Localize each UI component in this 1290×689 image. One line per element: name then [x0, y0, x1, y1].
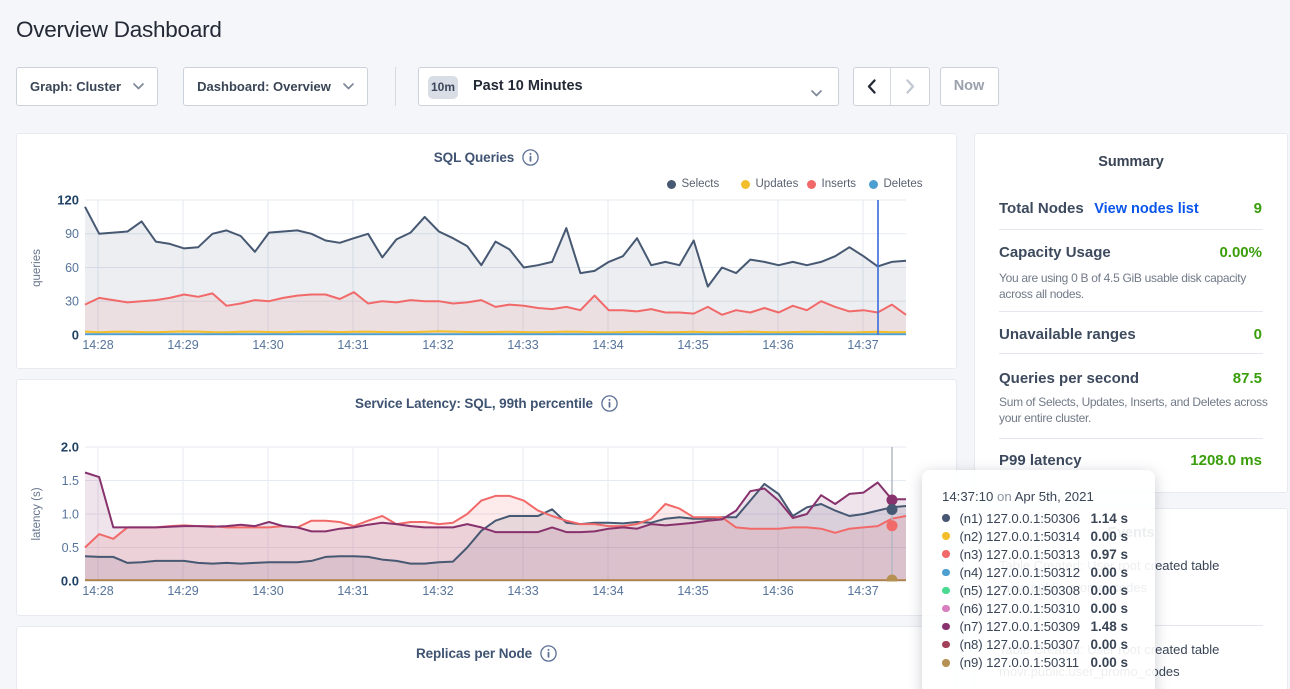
- svg-text:0.5: 0.5: [62, 541, 79, 555]
- svg-text:14:36: 14:36: [762, 338, 793, 352]
- svg-text:90: 90: [65, 227, 79, 241]
- svg-text:14:34: 14:34: [592, 584, 623, 598]
- svg-text:14:32: 14:32: [422, 338, 453, 352]
- svg-text:0: 0: [72, 327, 79, 342]
- svg-text:14:30: 14:30: [252, 584, 283, 598]
- svg-text:14:32: 14:32: [422, 584, 453, 598]
- svg-text:14:33: 14:33: [507, 338, 538, 352]
- svg-text:14:36: 14:36: [762, 584, 793, 598]
- svg-text:14:35: 14:35: [677, 584, 708, 598]
- svg-text:14:28: 14:28: [82, 584, 113, 598]
- svg-text:120: 120: [57, 192, 79, 207]
- svg-text:14:28: 14:28: [82, 338, 113, 352]
- svg-text:14:29: 14:29: [167, 584, 198, 598]
- svg-text:60: 60: [65, 261, 79, 275]
- svg-text:14:37: 14:37: [847, 584, 878, 598]
- svg-text:14:30: 14:30: [252, 338, 283, 352]
- svg-text:30: 30: [65, 295, 79, 309]
- svg-text:0.0: 0.0: [61, 573, 79, 588]
- svg-text:14:33: 14:33: [507, 584, 538, 598]
- svg-text:1.5: 1.5: [62, 474, 79, 488]
- svg-text:1.0: 1.0: [62, 507, 79, 521]
- svg-text:14:35: 14:35: [677, 338, 708, 352]
- svg-text:14:31: 14:31: [337, 338, 368, 352]
- svg-text:14:31: 14:31: [337, 584, 368, 598]
- svg-text:14:34: 14:34: [592, 338, 623, 352]
- svg-text:latency (s): latency (s): [31, 487, 43, 540]
- svg-text:14:29: 14:29: [167, 338, 198, 352]
- svg-text:queries: queries: [31, 249, 43, 287]
- svg-text:2.0: 2.0: [61, 439, 79, 454]
- svg-text:14:37: 14:37: [847, 338, 878, 352]
